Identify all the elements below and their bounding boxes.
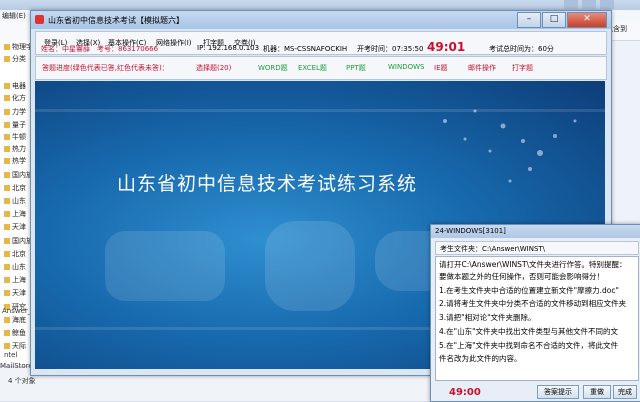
tree-item[interactable]: 热学 xyxy=(4,156,26,166)
total-time: 考试总时间为：60分 xyxy=(489,45,554,53)
folder-icon xyxy=(4,134,10,140)
tree-item[interactable]: 电器 xyxy=(4,81,26,91)
question-type-word[interactable]: WORD题 xyxy=(258,63,288,73)
question-type-email[interactable]: 邮件操作 xyxy=(468,63,496,73)
tree-item[interactable]: 北京 xyxy=(4,183,26,193)
window-title: 山东省初中信息技术考试【模拟题六】 xyxy=(48,16,184,25)
minimize-icon[interactable] xyxy=(564,0,578,9)
question-type-ie[interactable]: IE题 xyxy=(434,63,448,73)
folder-icon xyxy=(4,277,10,283)
popup-timer: 49:00 xyxy=(449,387,481,398)
folder-icon xyxy=(4,224,10,230)
tree-item[interactable]: 物理字 xyxy=(4,42,33,52)
folder-icon xyxy=(4,95,10,101)
tree-item[interactable]: 量子 xyxy=(4,120,26,130)
background-titlebar xyxy=(0,0,640,10)
mailstore-item[interactable]: MailStore xyxy=(0,362,33,370)
task-line: 件名改为此文件的内容。 xyxy=(439,354,522,363)
tree-item[interactable]: 天津 xyxy=(4,288,26,298)
folder-icon xyxy=(4,330,10,336)
tree-item[interactable]: 力学 xyxy=(4,107,26,117)
maximize-button[interactable]: □ xyxy=(542,12,566,28)
folder-icon xyxy=(4,172,10,178)
candidate-info-bar: 姓名：中星睿薛 考号：863170666 IP: 192.168.0.103 机… xyxy=(35,40,605,56)
folder-path: 考生文件夹：C:\Answer\WINST\ xyxy=(440,245,546,253)
tree-item[interactable]: 山东 xyxy=(4,262,26,272)
task-line: 1.在考生文件夹中合适的位置建立新文件"摩擦力.doc" xyxy=(439,286,619,295)
maximize-icon[interactable] xyxy=(582,0,596,9)
background-window-controls xyxy=(560,0,640,10)
question-type-typing[interactable]: 打字题 xyxy=(512,63,533,73)
folder-icon xyxy=(4,56,10,62)
tree-item[interactable]: 国内旅 xyxy=(4,236,33,246)
task-line: 4.在"山东"文件夹中找出文件类型与其他文件不同的文 xyxy=(439,327,619,336)
question-type-windows[interactable]: WINDOWS xyxy=(388,63,425,71)
tree-item[interactable]: 分类 xyxy=(4,54,26,64)
tree-item[interactable]: 海底 xyxy=(4,315,26,325)
task-popup: 24-WINDOWS[3101] 考生文件夹：C:\Answer\WINST\ … xyxy=(430,224,640,402)
folder-icon xyxy=(4,211,10,217)
exam-titlebar: 山东省初中信息技术考试【模拟题六】 – □ ✕ xyxy=(31,11,611,29)
candidate-folder: 考生文件夹：C:\Answer\WINST\ xyxy=(435,241,639,255)
folder-icon xyxy=(4,317,10,323)
machine-name: 机器：MS-CSSNAFOCKIH xyxy=(263,45,348,53)
tree-item[interactable]: 化方 xyxy=(4,93,26,103)
question-type-ppt[interactable]: PPT题 xyxy=(346,63,366,73)
folder-icon xyxy=(4,264,10,270)
folder-icon xyxy=(4,198,10,204)
tree-item[interactable]: 鲸鱼 xyxy=(4,328,26,338)
folder-icon xyxy=(4,83,10,89)
folder-icon xyxy=(4,343,10,349)
question-progress-bar: 答题进度(绿色代表已答,红色代表未答)： 选择题(20) WORD题 EXCEL… xyxy=(35,56,607,80)
tree-item[interactable]: 牛顿 xyxy=(4,132,26,142)
app-icon xyxy=(35,15,44,24)
task-description: 请打开C:\Answer\WINST\文件夹进行作答。特别提醒： 要做本题之外的… xyxy=(435,256,639,381)
ip-address: IP: 192.168.0.103 xyxy=(197,44,260,52)
task-line: 2.请将考生文件夹中分类不合适的文件移动到相应文件夹 xyxy=(439,299,627,308)
folder-icon xyxy=(4,146,10,152)
popup-footer: 49:00 答案提示 重做 完成 xyxy=(435,383,637,399)
intel-item[interactable]: ntel xyxy=(4,351,17,359)
folder-icon xyxy=(4,122,10,128)
window-controls: – □ ✕ xyxy=(516,12,607,28)
minimize-button[interactable]: – xyxy=(517,12,541,28)
task-line: 要做本题之外的任何操作，否则可能会影响得分！ xyxy=(439,272,604,281)
tree-item[interactable]: 上海 xyxy=(4,275,26,285)
progress-label: 答题进度(绿色代表已答,红色代表未答)： xyxy=(42,64,169,72)
task-line: 3.请把"相对论"文件夹删除。 xyxy=(439,313,536,322)
bg-menu-edit[interactable]: 编辑(E) xyxy=(2,11,26,21)
folder-icon xyxy=(4,109,10,115)
exam-timer: 49:01 xyxy=(427,40,466,54)
folder-icon xyxy=(4,238,10,244)
redo-button[interactable]: 重做 xyxy=(583,385,611,399)
tree-item[interactable]: 热力 xyxy=(4,144,26,154)
folder-icon xyxy=(4,251,10,257)
question-type-excel[interactable]: EXCEL题 xyxy=(298,63,327,73)
tree-item[interactable]: 天际 xyxy=(4,341,26,351)
candidate-name: 姓名：中星睿薛 xyxy=(41,45,90,53)
question-type-choice[interactable]: 选择题(20) xyxy=(196,63,231,73)
task-line: 请打开C:\Answer\WINST\文件夹进行作答。特别提醒： xyxy=(439,260,627,269)
folder-icon xyxy=(4,44,10,50)
banner-title: 山东省初中信息技术考试练习系统 xyxy=(117,173,418,195)
folder-icon xyxy=(4,158,10,164)
object-count: 4 个对象 xyxy=(8,377,36,385)
start-time: 开考时间：07:35:50 xyxy=(357,45,424,53)
close-icon[interactable] xyxy=(600,0,614,9)
popup-title: 24-WINDOWS[3101] xyxy=(435,227,506,235)
folder-icon xyxy=(4,185,10,191)
complete-button[interactable]: 完成 xyxy=(613,385,637,399)
tree-item[interactable]: 北京 xyxy=(4,249,26,259)
task-line: 5.在"上海"文件夹中找到命名不合适的文件，将此文件 xyxy=(439,341,619,350)
candidate-number: 考号：863170666 xyxy=(97,45,159,53)
tree-item[interactable]: 山东 xyxy=(4,196,26,206)
tree-item[interactable]: 天津 xyxy=(4,222,26,232)
tree-item[interactable]: 国内旅 xyxy=(4,170,33,180)
folder-icon xyxy=(4,290,10,296)
hint-button[interactable]: 答案提示 xyxy=(537,385,579,399)
popup-titlebar: 24-WINDOWS[3101] xyxy=(431,225,640,238)
tree-item[interactable]: 上海 xyxy=(4,209,26,219)
close-button[interactable]: ✕ xyxy=(567,12,607,28)
